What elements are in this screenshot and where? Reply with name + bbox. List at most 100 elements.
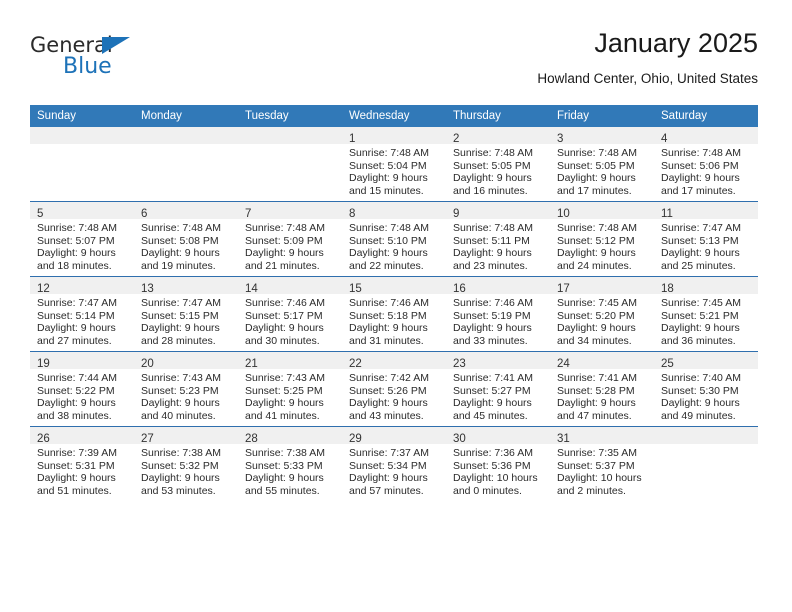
calendar-day-cell[interactable]: 3 Sunrise: 7:48 AM Sunset: 5:05 PM Daylight… (550, 127, 654, 202)
day-number: 17 (557, 283, 570, 295)
day-number-strip: 24 (550, 352, 654, 370)
day-details (654, 444, 758, 447)
day-details (30, 144, 134, 147)
sunset-text: Sunset: 5:06 PM (661, 159, 739, 172)
daylight-text: Daylight: 9 hours (141, 472, 220, 485)
day-number-strip: 5 (30, 202, 134, 220)
logo-text-general: General (30, 33, 113, 57)
daylight-text-cont: and 22 minutes. (349, 259, 424, 272)
calendar-day-cell[interactable]: 2 Sunrise: 7:48 AM Sunset: 5:05 PM Daylight… (446, 127, 550, 202)
calendar-day-cell[interactable]: 26 Sunrise: 7:39 AM Sunset: 5:31 PM Dayligh… (30, 426, 134, 501)
title-block: January 2025 Howland Center, Ohio, Unite… (537, 26, 758, 87)
daylight-text-cont: and 51 minutes. (37, 484, 112, 497)
day-number-strip (134, 127, 238, 144)
sunrise-text: Sunrise: 7:43 AM (245, 372, 325, 384)
calendar-day-cell[interactable]: 31 Sunrise: 7:35 AM Sunset: 5:37 PM Dayligh… (550, 426, 654, 501)
sunset-text: Sunset: 5:19 PM (453, 309, 531, 322)
sunrise-text: Sunrise: 7:48 AM (349, 147, 429, 159)
calendar-day-cell[interactable]: 11 Sunrise: 7:47 AM Sunset: 5:13 PM Dayligh… (654, 201, 758, 277)
calendar-day-cell[interactable]: 15 Sunrise: 7:46 AM Sunset: 5:18 PM Dayligh… (342, 276, 446, 352)
weekday-header-saturday: Saturday (654, 105, 758, 127)
weekday-header-friday: Friday (550, 105, 654, 127)
calendar-week-row: 5 Sunrise: 7:48 AM Sunset: 5:07 PM Daylight… (30, 201, 758, 277)
day-number-strip: 28 (238, 427, 342, 445)
day-number-strip: 29 (342, 427, 446, 445)
logo-text-blue: Blue (63, 54, 112, 79)
sunrise-text: Sunrise: 7:42 AM (349, 372, 429, 384)
daylight-text-cont: and 55 minutes. (245, 484, 320, 497)
sunset-text: Sunset: 5:37 PM (557, 459, 635, 472)
day-number: 5 (37, 208, 44, 220)
calendar-day-cell[interactable]: 8 Sunrise: 7:48 AM Sunset: 5:10 PM Daylight… (342, 201, 446, 277)
calendar-day-cell[interactable]: 12 Sunrise: 7:47 AM Sunset: 5:14 PM Dayligh… (30, 276, 134, 352)
calendar-day-cell[interactable]: 22 Sunrise: 7:42 AM Sunset: 5:26 PM Dayligh… (342, 351, 446, 427)
day-details: Sunrise: 7:46 AM Sunset: 5:19 PM Daylight:… (446, 294, 550, 347)
day-details: Sunrise: 7:40 AM Sunset: 5:30 PM Daylight:… (654, 369, 758, 422)
sunrise-text: Sunrise: 7:37 AM (349, 447, 429, 459)
calendar-day-cell[interactable]: 24 Sunrise: 7:41 AM Sunset: 5:28 PM Dayligh… (550, 351, 654, 427)
calendar-day-cell[interactable]: 1 Sunrise: 7:48 AM Sunset: 5:04 PM Daylight… (342, 127, 446, 202)
day-number-strip: 13 (134, 277, 238, 295)
sunset-text: Sunset: 5:36 PM (453, 459, 531, 472)
day-number-strip: 16 (446, 277, 550, 295)
calendar-day-cell[interactable]: 10 Sunrise: 7:48 AM Sunset: 5:12 PM Dayligh… (550, 201, 654, 277)
daylight-text-cont: and 17 minutes. (661, 184, 736, 197)
calendar-day-cell[interactable]: 5 Sunrise: 7:48 AM Sunset: 5:07 PM Daylight… (30, 201, 134, 277)
calendar-day-cell[interactable]: 23 Sunrise: 7:41 AM Sunset: 5:27 PM Dayligh… (446, 351, 550, 427)
day-details: Sunrise: 7:37 AM Sunset: 5:34 PM Daylight:… (342, 444, 446, 497)
calendar-day-cell[interactable]: 4 Sunrise: 7:48 AM Sunset: 5:06 PM Daylight… (654, 127, 758, 202)
daylight-text: Daylight: 9 hours (661, 322, 740, 335)
daylight-text-cont: and 15 minutes. (349, 184, 424, 197)
daylight-text-cont: and 23 minutes. (453, 259, 528, 272)
calendar-day-cell[interactable]: 18 Sunrise: 7:45 AM Sunset: 5:21 PM Dayligh… (654, 276, 758, 352)
calendar-week-row: 12 Sunrise: 7:47 AM Sunset: 5:14 PM Dayligh… (30, 276, 758, 352)
day-number-strip: 20 (134, 352, 238, 370)
day-number-strip: 12 (30, 277, 134, 295)
sunrise-text: Sunrise: 7:46 AM (453, 297, 533, 309)
calendar-day-cell[interactable]: 16 Sunrise: 7:46 AM Sunset: 5:19 PM Dayligh… (446, 276, 550, 352)
day-cell-inner: 16 Sunrise: 7:46 AM Sunset: 5:19 PM Dayligh… (446, 277, 550, 351)
calendar-day-cell[interactable]: 25 Sunrise: 7:40 AM Sunset: 5:30 PM Dayligh… (654, 351, 758, 427)
day-number: 25 (661, 358, 674, 370)
day-cell-inner: 30 Sunrise: 7:36 AM Sunset: 5:36 PM Dayligh… (446, 427, 550, 501)
calendar-day-cell[interactable]: 13 Sunrise: 7:47 AM Sunset: 5:15 PM Dayligh… (134, 276, 238, 352)
sunrise-text: Sunrise: 7:45 AM (557, 297, 637, 309)
day-details: Sunrise: 7:48 AM Sunset: 5:04 PM Daylight:… (342, 144, 446, 197)
sunset-text: Sunset: 5:30 PM (661, 384, 739, 397)
day-cell-inner: 5 Sunrise: 7:48 AM Sunset: 5:07 PM Daylight… (30, 202, 134, 276)
daylight-text: Daylight: 9 hours (453, 397, 532, 410)
calendar-day-cell[interactable]: 29 Sunrise: 7:37 AM Sunset: 5:34 PM Dayligh… (342, 426, 446, 501)
daylight-text: Daylight: 9 hours (349, 172, 428, 185)
day-details: Sunrise: 7:41 AM Sunset: 5:27 PM Daylight:… (446, 369, 550, 422)
calendar-day-cell[interactable]: 27 Sunrise: 7:38 AM Sunset: 5:32 PM Dayligh… (134, 426, 238, 501)
calendar-day-cell[interactable]: 9 Sunrise: 7:48 AM Sunset: 5:11 PM Daylight… (446, 201, 550, 277)
sunrise-text: Sunrise: 7:48 AM (349, 222, 429, 234)
calendar-day-cell[interactable]: 6 Sunrise: 7:48 AM Sunset: 5:08 PM Daylight… (134, 201, 238, 277)
sunset-text: Sunset: 5:18 PM (349, 309, 427, 322)
calendar-day-cell[interactable]: 30 Sunrise: 7:36 AM Sunset: 5:36 PM Dayligh… (446, 426, 550, 501)
daylight-text-cont: and 19 minutes. (141, 259, 216, 272)
sunrise-text: Sunrise: 7:47 AM (141, 297, 221, 309)
sunset-text: Sunset: 5:32 PM (141, 459, 219, 472)
calendar-day-cell[interactable]: 21 Sunrise: 7:43 AM Sunset: 5:25 PM Dayligh… (238, 351, 342, 427)
sunrise-text: Sunrise: 7:38 AM (141, 447, 221, 459)
calendar-day-cell[interactable]: 17 Sunrise: 7:45 AM Sunset: 5:20 PM Dayligh… (550, 276, 654, 352)
calendar-day-cell[interactable]: 7 Sunrise: 7:48 AM Sunset: 5:09 PM Daylight… (238, 201, 342, 277)
sunset-text: Sunset: 5:14 PM (37, 309, 115, 322)
daylight-text-cont: and 30 minutes. (245, 334, 320, 347)
day-number-strip: 9 (446, 202, 550, 220)
day-details: Sunrise: 7:48 AM Sunset: 5:11 PM Daylight:… (446, 219, 550, 272)
day-details: Sunrise: 7:41 AM Sunset: 5:28 PM Daylight:… (550, 369, 654, 422)
sunrise-text: Sunrise: 7:47 AM (37, 297, 117, 309)
calendar-day-cell[interactable]: 20 Sunrise: 7:43 AM Sunset: 5:23 PM Dayligh… (134, 351, 238, 427)
day-details: Sunrise: 7:45 AM Sunset: 5:20 PM Daylight:… (550, 294, 654, 347)
calendar-day-cell[interactable]: 19 Sunrise: 7:44 AM Sunset: 5:22 PM Dayligh… (30, 351, 134, 427)
day-cell-inner: 2 Sunrise: 7:48 AM Sunset: 5:05 PM Daylight… (446, 127, 550, 201)
daylight-text: Daylight: 9 hours (141, 247, 220, 260)
calendar-day-cell[interactable]: 28 Sunrise: 7:38 AM Sunset: 5:33 PM Dayligh… (238, 426, 342, 501)
daylight-text: Daylight: 9 hours (37, 247, 116, 260)
day-number-strip: 14 (238, 277, 342, 295)
calendar-day-cell[interactable]: 14 Sunrise: 7:46 AM Sunset: 5:17 PM Dayligh… (238, 276, 342, 352)
day-number: 22 (349, 358, 362, 370)
day-details: Sunrise: 7:42 AM Sunset: 5:26 PM Daylight:… (342, 369, 446, 422)
